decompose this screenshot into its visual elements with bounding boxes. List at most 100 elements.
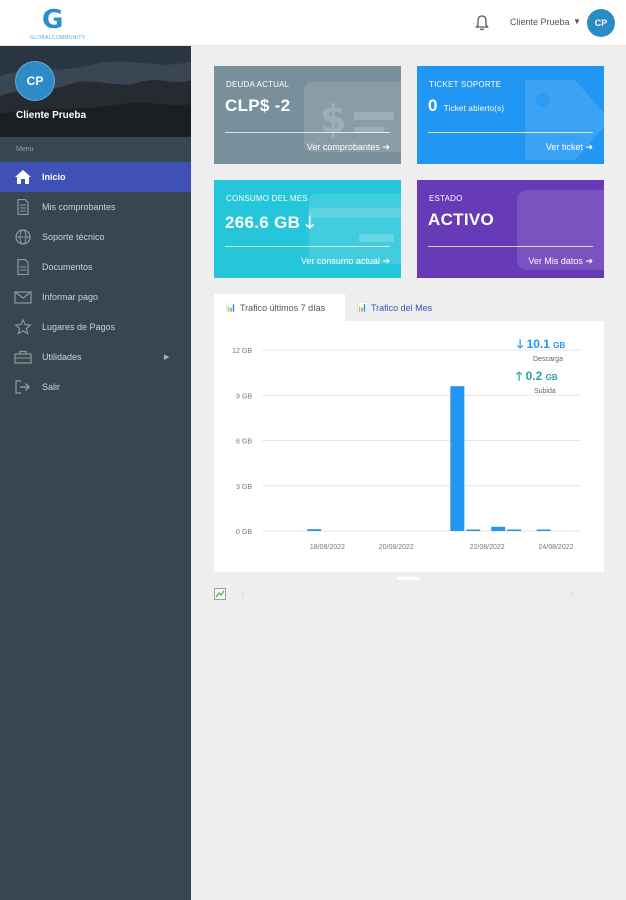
ver-comprobantes-link[interactable]: Ver comprobantes ➔ xyxy=(307,142,390,153)
download-unit: GB xyxy=(553,341,566,350)
bar-chart-icon: 📊 xyxy=(357,303,367,312)
y-tick-label: 0 GB xyxy=(236,529,252,536)
file-icon xyxy=(17,259,29,275)
logo-letter: G xyxy=(42,5,64,35)
carousel-next-icon[interactable]: › xyxy=(570,587,574,601)
sidebar-item-label: Salir xyxy=(42,382,61,392)
y-tick-label: 6 GB xyxy=(236,439,252,446)
tab-trafico-mes[interactable]: 📊 Trafico del Mes xyxy=(345,294,465,321)
sidebar-item-salir[interactable]: Salir xyxy=(0,372,191,402)
card-label: DEUDA ACTUAL xyxy=(226,80,290,89)
card-value: ACTIVO xyxy=(428,210,495,229)
sidebar-item-documentos[interactable]: Documentos xyxy=(0,252,191,282)
menu-header: Menu xyxy=(16,146,34,153)
star-icon xyxy=(14,319,32,335)
tab-label: Trafico últimos 7 días xyxy=(239,302,326,313)
divider xyxy=(225,132,390,133)
sidebar-item-label: Soporte técnico xyxy=(42,232,105,242)
y-tick-label: 3 GB xyxy=(236,484,252,491)
download-stat: 🡓 10.1 GB Descarga xyxy=(517,335,565,363)
chart-bar xyxy=(450,386,465,531)
sidebar: CP Cliente Prueba Menu Inicio Mis compro… xyxy=(0,46,191,900)
user-menu-name[interactable]: Cliente Prueba xyxy=(510,17,570,27)
arrow-up-icon: 🡑 xyxy=(516,369,523,383)
divider xyxy=(428,246,593,247)
upload-value: 0.2 xyxy=(525,369,543,383)
card-label: CONSUMO DEL MES xyxy=(226,194,308,203)
profile-name: Cliente Prueba xyxy=(16,110,87,121)
card-deuda-actual: $ DEUDA ACTUAL CLP$ -2 Ver comprobantes … xyxy=(214,66,401,164)
divider xyxy=(225,246,390,247)
bar-chart-icon: 📊 xyxy=(226,303,236,312)
card-ticket-soporte: TICKET SOPORTE 0 Ticket abierto(s) Ver ti… xyxy=(417,66,604,164)
arrow-right-icon: ➔ xyxy=(585,142,593,152)
sidebar-item-soporte[interactable]: Soporte técnico xyxy=(0,222,191,252)
chart-bar xyxy=(307,529,322,531)
carousel-prev-icon[interactable]: ‹ xyxy=(241,587,245,601)
card-label: ESTADO xyxy=(429,194,463,203)
globe-icon xyxy=(15,229,31,245)
sidebar-item-informar-pago[interactable]: Informar pago xyxy=(0,282,191,312)
download-caption: Descarga xyxy=(533,356,563,363)
consumo-amount: 266.6 GB xyxy=(225,213,301,232)
ticket-subtext: Ticket abierto(s) xyxy=(443,104,505,113)
card-label: TICKET SOPORTE xyxy=(429,80,502,89)
link-label: Ver ticket xyxy=(545,142,583,152)
chevron-right-icon: ▶ xyxy=(164,354,170,361)
ver-ticket-link[interactable]: Ver ticket ➔ xyxy=(546,142,593,153)
upload-stat: 🡑 0.2 GB Subida xyxy=(516,367,558,395)
ticket-count: 0 xyxy=(428,96,438,115)
ver-mis-datos-link[interactable]: Ver Mis datos ➔ xyxy=(528,256,593,267)
arrow-right-icon: ➔ xyxy=(585,256,593,266)
x-tick-label: 22/08/2022 xyxy=(470,544,505,551)
sidebar-item-utilidades[interactable]: Utilidades ▶ xyxy=(0,342,191,372)
envelope-icon xyxy=(14,291,32,304)
chart-bar xyxy=(466,529,481,531)
sidebar-item-label: Informar pago xyxy=(42,292,99,302)
sidebar-item-label: Documentos xyxy=(42,262,93,272)
card-value: 0 Ticket abierto(s) xyxy=(428,96,504,116)
ver-consumo-link[interactable]: Ver consumo actual ➔ xyxy=(301,256,390,267)
sidebar-item-label: Inicio xyxy=(42,172,66,182)
x-tick-label: 18/08/2022 xyxy=(310,544,345,551)
arrow-down-icon: 🡓 xyxy=(517,337,524,351)
upload-unit: GB xyxy=(545,373,558,382)
svg-text:$: $ xyxy=(320,97,346,141)
upload-caption: Subida xyxy=(534,388,556,395)
toolbox-icon xyxy=(14,350,32,364)
upload-value-row: 🡑 0.2 GB xyxy=(516,367,558,388)
broken-image-icon xyxy=(214,588,226,600)
card-value: CLP$ -2 xyxy=(225,96,291,115)
arrow-right-icon: ➔ xyxy=(382,142,390,152)
scroll-handle[interactable] xyxy=(398,577,420,580)
brand-logo[interactable]: G GLOBALCOMMUNITY xyxy=(30,6,86,42)
sidebar-avatar: CP xyxy=(15,61,55,101)
chart-bar xyxy=(491,526,506,531)
top-bar: G GLOBALCOMMUNITY Cliente Prueba ▼ CP xyxy=(0,0,626,46)
avatar[interactable]: CP xyxy=(587,9,615,37)
sidebar-item-inicio[interactable]: Inicio xyxy=(0,162,191,192)
divider xyxy=(428,132,593,133)
sidebar-item-comprobantes[interactable]: Mis comprobantes xyxy=(0,192,191,222)
logo-text: GLOBALCOMMUNITY xyxy=(30,35,86,41)
sidebar-item-label: Mis comprobantes xyxy=(42,202,116,212)
y-tick-label: 12 GB xyxy=(232,348,252,355)
card-consumo-mes: CONSUMO DEL MES 266.6 GB 🡓 Ver consumo a… xyxy=(214,180,401,278)
card-value: 266.6 GB 🡓 xyxy=(225,210,314,239)
tab-trafico-7-dias[interactable]: 📊 Trafico últimos 7 días xyxy=(214,294,345,321)
sidebar-item-lugares-pagos[interactable]: Lugares de Pagos xyxy=(0,312,191,342)
home-icon xyxy=(15,170,31,184)
tab-label: Trafico del Mes xyxy=(370,302,433,313)
x-tick-label: 20/08/2022 xyxy=(379,544,414,551)
link-label: Ver comprobantes xyxy=(306,142,380,152)
y-tick-label: 9 GB xyxy=(236,393,252,400)
x-tick-label: 24/08/2022 xyxy=(538,544,573,551)
bell-icon[interactable] xyxy=(474,14,490,32)
chevron-down-icon[interactable]: ▼ xyxy=(573,17,581,26)
profile-header: CP Cliente Prueba xyxy=(0,46,191,137)
chart-bar xyxy=(507,529,522,531)
download-value: 10.1 xyxy=(526,337,550,351)
sidebar-item-label: Utilidades xyxy=(42,352,82,362)
download-value-row: 🡓 10.1 GB xyxy=(517,335,565,356)
sign-out-icon xyxy=(15,380,30,394)
